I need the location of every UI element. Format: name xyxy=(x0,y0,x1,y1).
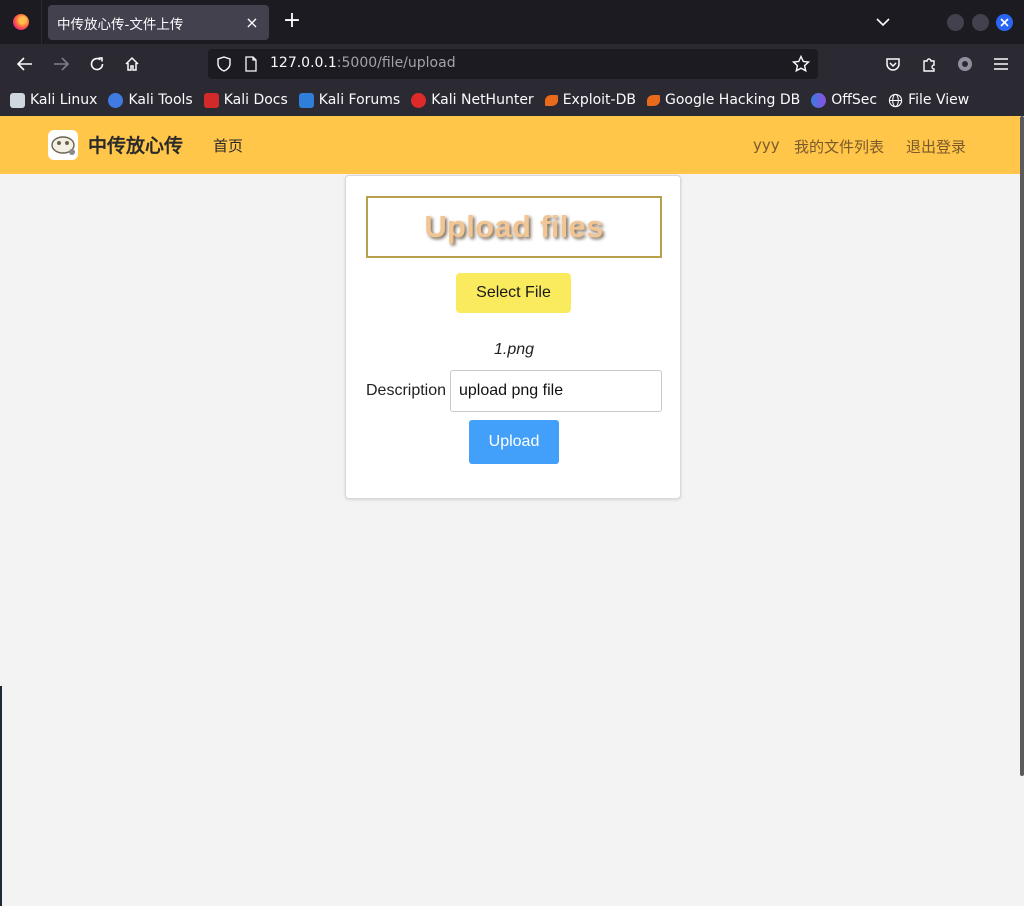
bookmark-label: Kali Forums xyxy=(318,92,401,108)
bookmark-label: Kali Linux xyxy=(30,92,98,108)
url-host: 127.0.0.1 xyxy=(270,55,337,71)
firefox-menu-button[interactable] xyxy=(0,0,42,44)
bookmark-google-hacking-db[interactable]: Google Hacking DB xyxy=(646,92,801,108)
selected-file-name: 1.png xyxy=(493,341,535,358)
browser-tab-active[interactable]: 中传放心传-文件上传 × xyxy=(48,5,269,40)
page-viewport: 中传放心传 首页 yyy 我的文件列表 退出登录 Upload files Se… xyxy=(0,116,1020,906)
bookmark-label: OffSec xyxy=(831,92,878,108)
tracking-protection-shield-icon[interactable] xyxy=(216,56,232,76)
bookmark-kali-nethunter[interactable]: Kali NetHunter xyxy=(411,92,534,108)
window-close-button[interactable] xyxy=(996,14,1013,31)
bookmark-file-view[interactable]: File View xyxy=(888,92,969,108)
nav-logout-link[interactable]: 退出登录 xyxy=(906,136,966,157)
bookmarks-toolbar: Kali Linux Kali Tools Kali Docs Kali For… xyxy=(0,84,1024,116)
bookmark-kali-forums[interactable]: Kali Forums xyxy=(298,92,401,108)
reload-button[interactable] xyxy=(84,52,110,76)
scrollbar-thumb[interactable] xyxy=(1020,116,1024,776)
home-icon xyxy=(125,56,139,71)
puzzle-icon xyxy=(923,58,935,72)
hamburger-menu-icon xyxy=(994,58,1008,70)
globe-icon xyxy=(888,93,903,107)
back-button[interactable] xyxy=(12,52,38,76)
bookmark-kali-docs[interactable]: Kali Docs xyxy=(203,92,288,108)
upload-title-box: Upload files xyxy=(366,196,662,258)
bookmark-exploit-db[interactable]: Exploit-DB xyxy=(544,92,636,108)
bookmark-label: Kali Docs xyxy=(223,92,288,108)
nav-my-files-link[interactable]: 我的文件列表 xyxy=(794,136,884,157)
url-text[interactable]: 127.0.0.1:5000/file/upload xyxy=(270,55,456,71)
upload-title: Upload files xyxy=(424,209,604,244)
upload-card: Upload files Select File 1.png Descripti… xyxy=(345,175,681,499)
home-button[interactable] xyxy=(119,52,145,76)
tab-close-icon[interactable]: × xyxy=(244,13,260,32)
site-logo-icon[interactable] xyxy=(48,130,78,160)
bookmark-star-icon[interactable] xyxy=(791,54,811,77)
description-input[interactable] xyxy=(450,370,662,412)
page-scrollbar[interactable] xyxy=(1020,116,1024,906)
bookmark-label: Kali Tools xyxy=(128,92,193,108)
bookmark-kali-linux[interactable]: Kali Linux xyxy=(10,92,97,108)
bookmark-label: Exploit-DB xyxy=(562,92,636,108)
tab-title: 中传放心传-文件上传 xyxy=(57,16,184,33)
page-info-icon[interactable] xyxy=(244,56,258,76)
arrow-left-icon xyxy=(17,57,32,71)
pocket-button[interactable] xyxy=(880,52,906,76)
nav-home-link[interactable]: 首页 xyxy=(213,135,243,156)
kali-nethunter-icon xyxy=(411,92,427,108)
bookmark-offsec[interactable]: OffSec xyxy=(811,92,877,108)
pocket-icon xyxy=(886,58,900,71)
window-maximize-button[interactable] xyxy=(972,14,989,31)
kali-dragon-icon xyxy=(10,92,25,108)
forward-button[interactable] xyxy=(48,52,74,76)
url-path: :5000/file/upload xyxy=(336,55,456,71)
bookmark-label: Google Hacking DB xyxy=(664,92,801,108)
close-icon xyxy=(1000,18,1009,27)
browser-tab-bar: 中传放心传-文件上传 × + xyxy=(0,0,1024,44)
kali-docs-icon xyxy=(203,92,219,108)
account-icon xyxy=(958,57,972,71)
bookmark-label: File View xyxy=(908,92,970,108)
chevron-down-icon xyxy=(876,18,890,27)
url-bar[interactable]: 127.0.0.1:5000/file/upload xyxy=(208,49,818,79)
arrow-right-icon xyxy=(54,57,69,71)
extensions-button[interactable] xyxy=(916,52,942,76)
firefox-logo-icon xyxy=(12,14,29,30)
app-menu-button[interactable] xyxy=(988,52,1014,76)
list-all-tabs-button[interactable] xyxy=(872,12,894,32)
ghdb-icon xyxy=(646,94,660,106)
exploit-db-icon xyxy=(544,94,558,106)
reload-icon xyxy=(90,57,104,71)
description-label: Description xyxy=(366,382,447,399)
select-file-button[interactable]: Select File xyxy=(456,273,571,313)
offsec-icon xyxy=(811,92,827,108)
window-minimize-button[interactable] xyxy=(947,14,964,31)
site-header: 中传放心传 首页 yyy 我的文件列表 退出登录 xyxy=(0,116,1020,174)
desktop-edge xyxy=(0,686,2,906)
kali-tools-icon xyxy=(108,92,124,108)
new-tab-button[interactable]: + xyxy=(280,9,304,35)
account-button[interactable] xyxy=(952,52,978,76)
kali-forums-icon xyxy=(298,92,314,108)
bookmark-label: Kali NetHunter xyxy=(431,92,534,108)
site-name[interactable]: 中传放心传 xyxy=(88,131,183,158)
bookmark-kali-tools[interactable]: Kali Tools xyxy=(108,92,193,108)
nav-user-link[interactable]: yyy xyxy=(753,136,780,154)
upload-button[interactable]: Upload xyxy=(469,420,559,464)
